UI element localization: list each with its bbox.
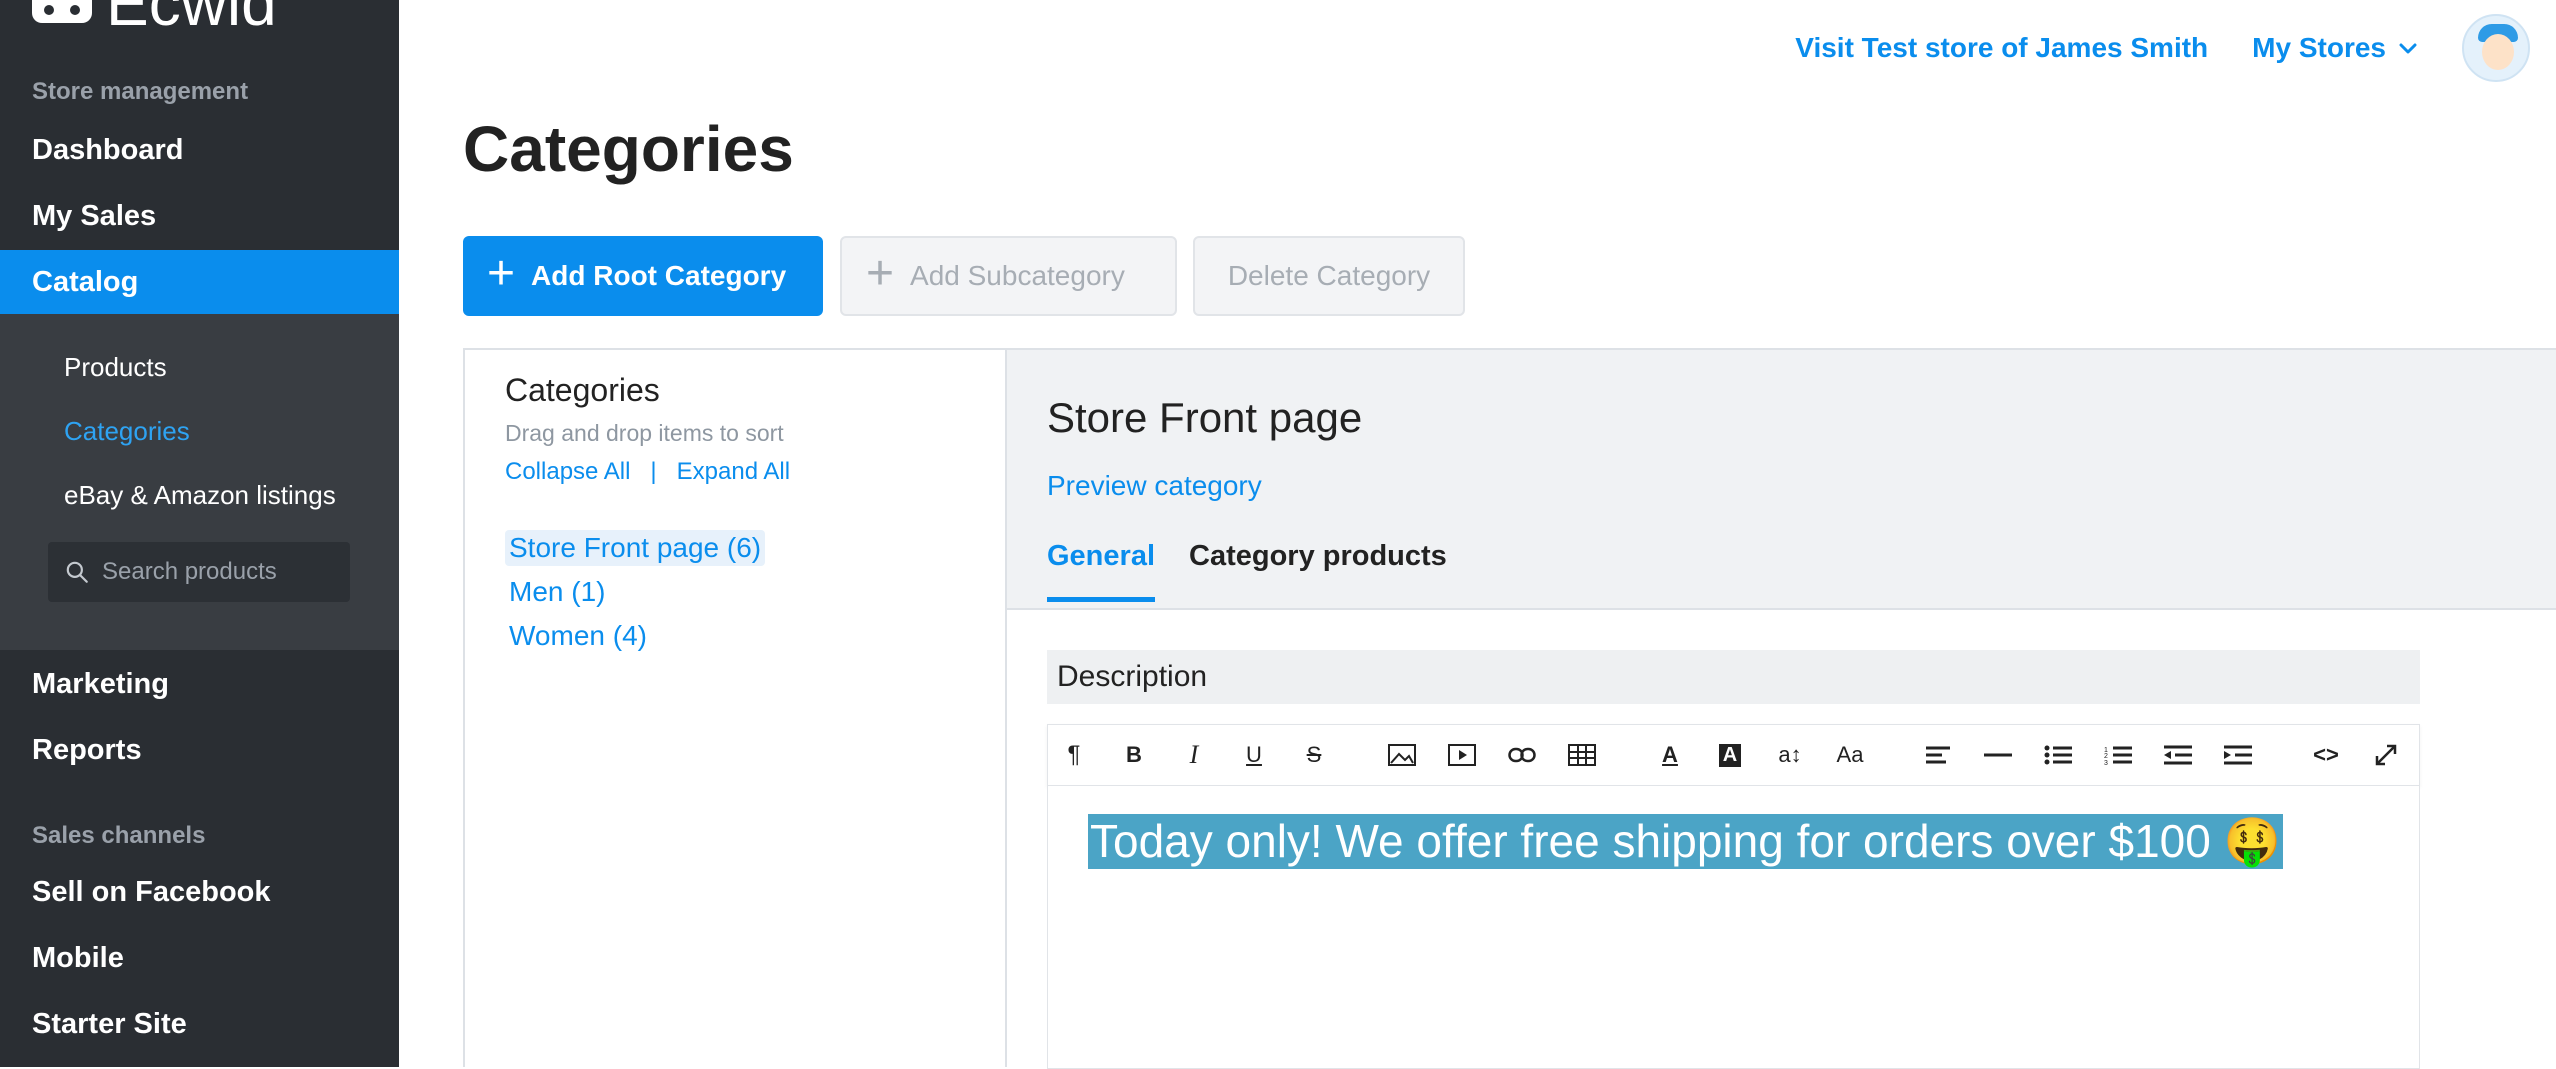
brand-name: Ecwid <box>106 0 277 39</box>
background-color-icon[interactable]: A <box>1708 725 1752 785</box>
nav-reports[interactable]: Reports <box>0 718 399 782</box>
category-tabs: General Category products <box>1047 540 1447 602</box>
category-editor-panel: Store Front page Preview category Genera… <box>1007 348 2556 1069</box>
horizontal-rule-icon[interactable] <box>1976 725 2020 785</box>
bold-icon[interactable]: B <box>1112 725 1156 785</box>
avatar[interactable] <box>2462 14 2530 82</box>
description-label: Description <box>1047 650 2420 704</box>
svg-text:3: 3 <box>2104 760 2108 765</box>
editor-selected-text[interactable]: Today only! We offer free shipping for o… <box>1088 814 2283 869</box>
categories-tree-panel: Categories Drag and drop items to sort C… <box>463 348 1007 1067</box>
chevron-down-icon <box>2399 43 2417 54</box>
nav-marketing[interactable]: Marketing <box>0 652 399 716</box>
font-size-icon[interactable]: a↕ <box>1768 725 1812 785</box>
align-icon[interactable] <box>1916 725 1960 785</box>
add-root-category-button[interactable]: + Add Root Category <box>463 236 823 316</box>
top-bar: Visit Test store of James Smith My Store… <box>1795 14 2530 82</box>
tree-item-store-front[interactable]: Store Front page (6) <box>505 530 766 566</box>
category-title: Store Front page <box>1047 394 1363 441</box>
tree-controls: Collapse All | Expand All <box>505 458 790 486</box>
delete-category-button[interactable]: Delete Category <box>1193 236 1465 316</box>
sub-products[interactable]: Products <box>64 352 167 383</box>
numbered-list-icon[interactable]: 123 <box>2096 725 2140 785</box>
add-subcategory-button[interactable]: + Add Subcategory <box>840 236 1177 316</box>
indent-icon[interactable] <box>2216 725 2260 785</box>
tab-category-products[interactable]: Category products <box>1189 540 1447 602</box>
add-subcategory-label: Add Subcategory <box>910 260 1125 291</box>
cart-logo-icon <box>32 0 92 23</box>
italic-icon[interactable]: I <box>1172 725 1216 785</box>
svg-text:2: 2 <box>2104 753 2108 760</box>
tree-item-men[interactable]: Men (1) <box>505 574 609 610</box>
font-family-icon[interactable]: Aa <box>1828 725 1872 785</box>
store-management-heading: Store management <box>32 78 249 105</box>
my-stores-dropdown[interactable]: My Stores <box>2252 32 2418 64</box>
collapse-all-link[interactable]: Collapse All <box>505 458 630 486</box>
expand-all-link[interactable]: Expand All <box>677 458 790 486</box>
sidebar: Ecwid Store management Dashboard My Sale… <box>0 0 399 1067</box>
code-view-icon[interactable]: <> <box>2304 725 2348 785</box>
nav-my-sales[interactable]: My Sales <box>0 184 399 248</box>
bulleted-list-icon[interactable] <box>2036 725 2080 785</box>
add-root-category-label: Add Root Category <box>531 260 787 291</box>
tree-item-women[interactable]: Women (4) <box>505 618 651 654</box>
sales-channels-heading: Sales channels <box>32 822 206 849</box>
strikethrough-icon[interactable]: S <box>1292 725 1336 785</box>
table-icon[interactable] <box>1560 725 1604 785</box>
outdent-icon[interactable] <box>2156 725 2200 785</box>
nav-mobile[interactable]: Mobile <box>0 926 399 990</box>
nav-sell-on-facebook[interactable]: Sell on Facebook <box>0 860 399 924</box>
logo[interactable]: Ecwid <box>32 0 277 35</box>
tab-general[interactable]: General <box>1047 540 1155 602</box>
video-icon[interactable] <box>1440 725 1484 785</box>
sub-categories[interactable]: Categories <box>64 416 190 447</box>
link-separator: | <box>650 458 657 485</box>
tree-hint: Drag and drop items to sort <box>505 420 784 446</box>
sub-ebay-amazon[interactable]: eBay & Amazon listings <box>64 480 336 511</box>
image-icon[interactable] <box>1380 725 1424 785</box>
description-editor[interactable]: Today only! We offer free shipping for o… <box>1047 786 2420 1069</box>
editor-toolbar: ¶ B I U S A A a↕ Aa 1 2 3 <> <box>1047 724 2420 786</box>
nav-starter-site[interactable]: Starter Site <box>0 992 399 1056</box>
link-icon[interactable] <box>1500 725 1544 785</box>
preview-category-link[interactable]: Preview category <box>1047 470 1262 502</box>
text-color-icon[interactable]: A <box>1648 725 1692 785</box>
tree-title: Categories <box>505 372 660 408</box>
paragraph-icon[interactable]: ¶ <box>1052 725 1096 785</box>
sidebar-search[interactable] <box>48 542 350 602</box>
visit-store-link[interactable]: Visit Test store of James Smith <box>1795 32 2208 64</box>
avatar-face <box>2482 34 2514 70</box>
category-tree: Store Front page (6) Men (1) Women (4) <box>505 530 766 662</box>
my-stores-label: My Stores <box>2252 32 2386 63</box>
fullscreen-icon[interactable] <box>2364 725 2408 785</box>
search-products-input[interactable] <box>102 558 342 586</box>
search-icon <box>66 561 88 583</box>
nav-catalog[interactable]: Catalog <box>0 250 399 314</box>
nav-dashboard[interactable]: Dashboard <box>0 118 399 182</box>
plus-icon: + <box>487 247 516 300</box>
underline-icon[interactable]: U <box>1232 725 1276 785</box>
plus-icon: + <box>866 247 895 300</box>
page-title: Categories <box>463 113 794 185</box>
main-content: Visit Test store of James Smith My Store… <box>399 0 2556 1069</box>
